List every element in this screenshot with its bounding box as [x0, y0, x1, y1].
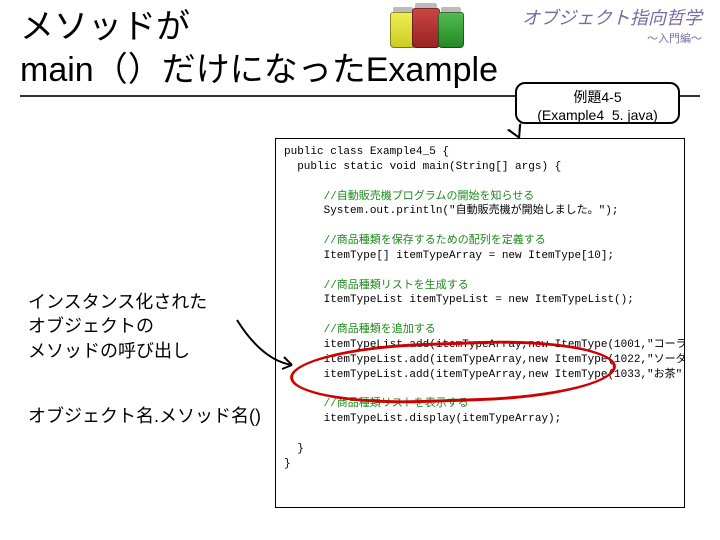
code-comment: //自動販売機プログラムの開始を知らせる: [284, 191, 534, 203]
example-callout: 例題4-5 (Example4_5. java): [515, 82, 680, 124]
code-listing: public class Example4_5 { public static …: [275, 138, 685, 508]
code-line: }: [284, 458, 291, 470]
code-comment: //商品種類を追加する: [284, 324, 436, 336]
title-line1: メソッドが: [20, 8, 190, 46]
code-comment: //商品種類リストを生成する: [284, 280, 469, 292]
code-line: itemTypeList.add(itemTypeArray,new ItemT…: [284, 354, 685, 366]
brand-subtitle: ～入門編～: [522, 30, 702, 46]
code-line: itemTypeList.add(itemTypeArray,new ItemT…: [284, 339, 685, 351]
code-comment: //商品種類を保存するための配列を定義する: [284, 235, 546, 247]
code-line: System.out.println("自動販売機が開始しました。");: [284, 205, 618, 217]
brand-block: オブジェクト指向哲学 ～入門編～: [522, 4, 702, 46]
code-line: itemTypeList.display(itemTypeArray);: [284, 413, 561, 425]
code-line: }: [284, 443, 304, 455]
callout-line1: 例題4-5: [517, 88, 678, 106]
brand-title: オブジェクト指向哲学: [522, 4, 702, 30]
code-comment: //商品種類リストを表示する: [284, 398, 469, 410]
code-line: itemTypeList.add(itemTypeArray,new ItemT…: [284, 369, 685, 381]
slide-title: メソッドが main（）だけになったExample: [20, 6, 498, 91]
title-line2: main（）だけになったExample: [20, 51, 498, 89]
code-line: public static void main(String[] args) {: [284, 161, 561, 173]
code-line: ItemType[] itemTypeArray = new ItemType[…: [284, 250, 614, 262]
callout-line2: (Example4_5. java): [517, 106, 678, 124]
slide: オブジェクト指向哲学 ～入門編～ メソッドが main（）だけになったExamp…: [0, 0, 720, 540]
annotation-syntax: オブジェクト名.メソッド名(): [28, 402, 261, 428]
annotation-instance-call: インスタンス化された オブジェクトの メソッドの呼び出し: [28, 290, 207, 363]
code-line: public class Example4_5 {: [284, 146, 449, 158]
code-line: ItemTypeList itemTypeList = new ItemType…: [284, 294, 634, 306]
